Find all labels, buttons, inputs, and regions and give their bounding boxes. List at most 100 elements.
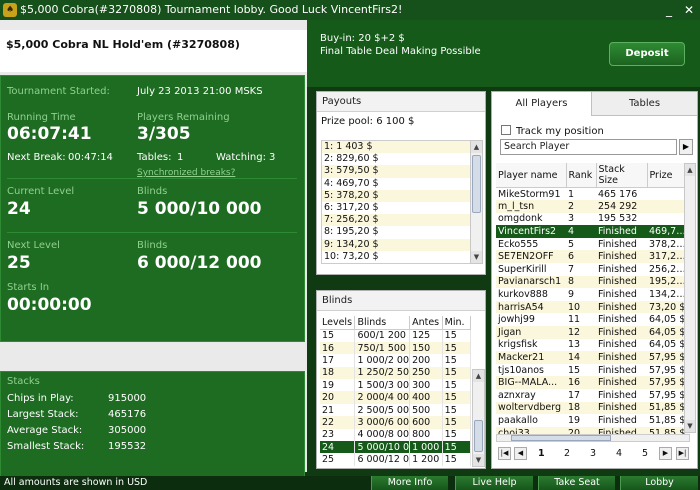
scroll-down-icon[interactable]: ▼ (471, 251, 482, 263)
player-row[interactable]: SE7EN2OFF 6 Finished 317,2… (496, 250, 690, 264)
player-row[interactable]: harrisA54 10 Finished 73,20 $ (496, 300, 690, 314)
more-info-button[interactable]: More Info (371, 476, 448, 490)
scroll-thumb[interactable] (472, 155, 481, 213)
col-blinds[interactable]: Blinds (354, 316, 411, 330)
players-hscrollbar[interactable] (496, 434, 690, 442)
player-row[interactable]: Pavianarsch1 8 Finished 195,2… (496, 275, 690, 289)
player-row[interactable]: MikeStorm91 1 465 176 (496, 188, 690, 201)
player-row[interactable]: Ecko555 5 Finished 378,2… (496, 238, 690, 251)
deposit-button[interactable]: Deposit (609, 42, 685, 66)
last-page-icon[interactable]: ▶| (676, 447, 689, 460)
col-antes[interactable]: Antes (409, 316, 443, 330)
player-cell: 254 292 (596, 200, 647, 213)
lobby-button[interactable]: Lobby (620, 476, 698, 490)
blinds-row[interactable]: 15 600/1 200 125 15 (320, 329, 472, 342)
blinds-cell: 200 (409, 354, 443, 367)
players-scrollbar[interactable]: ▲ ▼ (684, 163, 696, 433)
players-header-row: Player name Rank Stack Size Prize (496, 163, 691, 188)
take-seat-button[interactable]: Take Seat (538, 476, 615, 490)
blinds-title: Blinds (317, 291, 485, 311)
page-number[interactable]: 4 (616, 448, 622, 459)
blinds-row[interactable]: 18 1 250/2 500 250 15 (320, 366, 472, 380)
player-cell: Finished (598, 238, 637, 250)
track-position-option[interactable]: Track my position (501, 125, 604, 137)
blinds-row[interactable]: 16 750/1 500 150 15 (320, 341, 472, 355)
blinds-header-row: Levels Blinds Antes Min. (320, 316, 472, 330)
search-arrow-icon[interactable]: ▶ (679, 139, 693, 155)
page-number[interactable]: 3 (590, 448, 596, 459)
live-help-button[interactable]: Live Help (455, 476, 533, 490)
window-title: $5,000 Cobra(#3270808) Tournament lobby.… (20, 3, 403, 16)
scroll-up-icon[interactable]: ▲ (471, 141, 482, 153)
scroll-thumb[interactable] (474, 420, 483, 452)
track-position-checkbox[interactable] (501, 125, 511, 135)
blinds-row[interactable]: 245 000/10 0001 00015 (320, 441, 472, 454)
synchronized-breaks-link[interactable]: Synchronized breaks? (137, 168, 235, 178)
player-row[interactable]: tjs10anos 15 Finished 57,95 $ (496, 364, 690, 377)
tab-all-players[interactable]: All Players (492, 92, 592, 116)
blinds-cell: 22 (320, 416, 356, 429)
blinds-cell: 15 (442, 341, 472, 355)
page-number[interactable]: 2 (564, 448, 570, 459)
page-number[interactable]: 5 (642, 448, 648, 459)
col-player-name[interactable]: Player name (496, 163, 567, 188)
page-number[interactable]: 1 (538, 448, 545, 459)
player-row[interactable]: krigsfisk 13 Finished 64,05 $ (496, 339, 690, 352)
stack-row: Chips in Play: 915000 (7, 393, 146, 404)
player-cell: kurkov888 (498, 289, 548, 301)
col-levels[interactable]: Levels (320, 316, 356, 330)
scroll-down-icon[interactable]: ▼ (473, 454, 484, 466)
blinds-row[interactable]: 23 4 000/8 000 800 15 (320, 428, 472, 442)
blinds-row[interactable]: 22 3 000/6 000 600 15 (320, 416, 472, 429)
scroll-up-icon[interactable]: ▲ (685, 164, 695, 176)
next-page-icon[interactable]: ▶ (659, 447, 672, 460)
minimize-button[interactable]: _ (661, 2, 677, 18)
blinds-row[interactable]: 17 1 000/2 000 200 15 (320, 354, 472, 367)
scroll-down-icon[interactable]: ▼ (685, 420, 695, 432)
player-row[interactable]: BIG--MALA... 16 Finished 57,95 $ (496, 376, 690, 389)
player-row[interactable]: m_l_tsn 2 254 292 (496, 200, 690, 213)
players-panel: All Players Tables Track my position Sea… (491, 91, 698, 469)
player-cell: SE7EN2OFF (496, 250, 566, 264)
col-min[interactable]: Min. (442, 316, 472, 330)
blinds-cell: 21 (320, 403, 356, 417)
blinds-row[interactable]: 256 000/12 0001 20015 (320, 453, 472, 466)
first-page-icon[interactable]: |◀ (498, 447, 511, 460)
blinds-scrollbar[interactable]: ▲ ▼ (472, 369, 485, 467)
blinds-row[interactable]: 20 2 000/4 000 400 15 (320, 391, 472, 404)
blinds-cell: 1 000/2 000 (354, 354, 411, 367)
stack-label: Smallest Stack: (7, 441, 85, 452)
player-row[interactable]: aznxray 17 Finished 57,95 $ (496, 389, 690, 402)
blinds-row[interactable]: 21 2 500/5 000 500 15 (320, 403, 472, 417)
player-row[interactable]: omgdonk 3 195 532 (496, 213, 690, 226)
player-row[interactable]: jowhj99 11 Finished 64,05 $ (496, 313, 690, 326)
blinds-cell: 250 (409, 366, 443, 380)
payout-item: 10: 73,20 $ (324, 250, 379, 262)
player-row[interactable]: SuperKirill 7 Finished 256,2… (496, 263, 690, 276)
player-row[interactable]: Jigan 12 Finished 64,05 $ (496, 326, 690, 339)
prev-page-icon[interactable]: ◀ (514, 447, 527, 460)
track-position-label: Track my position (516, 126, 604, 137)
blinds-table: Levels Blinds Antes Min. 15 600/1 200 125 1… (320, 316, 472, 466)
scroll-up-icon[interactable]: ▲ (473, 370, 484, 382)
tab-tables[interactable]: Tables (592, 92, 697, 116)
player-row[interactable]: VincentFirs2 4 Finished 469,7… (496, 225, 690, 238)
payouts-scrollbar[interactable]: ▲ ▼ (470, 140, 483, 264)
col-rank[interactable]: Rank (566, 163, 597, 188)
player-cell: Finished (596, 225, 647, 238)
blinds-cell: 1 500/3 000 (354, 379, 411, 392)
payout-item: 1: 1 403 $ (322, 141, 470, 154)
title-bar: ♠ $5,000 Cobra(#3270808) Tournament lobb… (0, 0, 700, 20)
player-row[interactable]: Macker21 14 Finished 57,95 $ (496, 351, 690, 364)
col-stack-size[interactable]: Stack Size (596, 163, 648, 188)
close-button[interactable]: ✕ (681, 2, 697, 18)
blinds-row[interactable]: 19 1 500/3 000 300 15 (320, 379, 472, 392)
player-row[interactable]: woltervdberg 18 Finished 51,85 $ (496, 401, 690, 415)
player-row[interactable]: paakallo 19 Finished 51,85 $ (496, 414, 690, 427)
player-row[interactable]: kurkov888 9 Finished 134,2… (496, 288, 690, 301)
payout-list[interactable]: 1: 1 403 $2: 829,60 $3: 579,50 $4: 469,7… (321, 140, 471, 264)
search-player-input[interactable]: Search Player (500, 139, 677, 155)
scroll-thumb[interactable] (511, 435, 611, 441)
starts-in-label: Starts In (7, 282, 50, 293)
player-cell: Macker21 (496, 351, 566, 364)
